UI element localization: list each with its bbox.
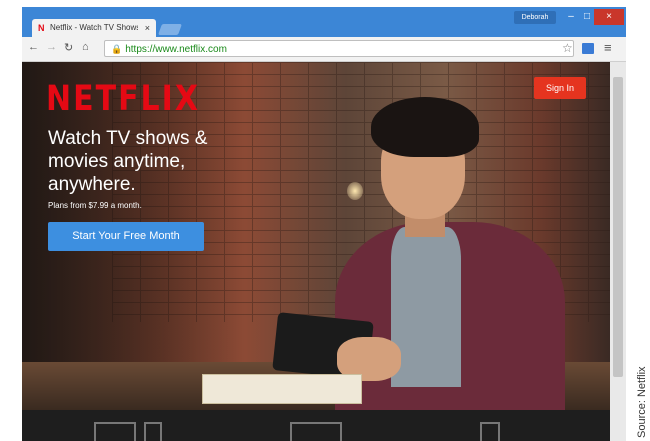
device-phone-icon <box>144 422 162 441</box>
close-window-button[interactable]: × <box>594 9 624 25</box>
forward-arrow-icon[interactable]: → <box>46 41 57 53</box>
back-arrow-icon[interactable]: ← <box>28 41 39 53</box>
device-tv-icon <box>94 422 136 441</box>
bookmark-star-icon[interactable]: ☆ <box>562 41 573 55</box>
start-free-month-button[interactable]: Start Your Free Month <box>48 222 204 251</box>
hero-person-image <box>272 87 587 422</box>
sign-in-button[interactable]: Sign In <box>534 77 586 99</box>
plans-text: Plans from $7.99 a month. <box>48 201 142 210</box>
browser-tab[interactable]: N Netflix - Watch TV Shows × <box>32 19 156 37</box>
address-bar[interactable]: 🔒 https://www.netflix.com <box>104 40 574 57</box>
home-icon[interactable]: ⌂ <box>82 41 89 53</box>
device-tablet-icon <box>480 422 500 441</box>
scrollbar-thumb[interactable] <box>613 77 623 377</box>
page-viewport: NETFLIX Sign In Watch TV shows & movies … <box>22 62 610 441</box>
tab-title: Netflix - Watch TV Shows <box>50 23 138 32</box>
new-tab-button[interactable] <box>157 24 183 35</box>
hero-headline: Watch TV shows & movies anytime, anywher… <box>48 128 208 195</box>
netflix-favicon-icon: N <box>38 23 45 33</box>
user-profile-button[interactable]: Deborah <box>514 11 556 24</box>
tab-close-icon[interactable]: × <box>145 19 150 37</box>
netflix-logo[interactable]: NETFLIX <box>46 79 200 119</box>
device-laptop-icon <box>290 422 342 441</box>
lock-icon: 🔒 <box>111 44 123 54</box>
browser-window: N Netflix - Watch TV Shows × Deborah – □… <box>22 7 626 441</box>
extension-icon[interactable] <box>582 43 594 54</box>
shirt <box>391 227 461 387</box>
reload-icon[interactable]: ↻ <box>64 41 73 54</box>
title-bar: N Netflix - Watch TV Shows × Deborah – □… <box>22 7 626 37</box>
book <box>202 374 362 404</box>
hair <box>371 97 479 157</box>
source-caption: Source: Netflix <box>636 366 648 438</box>
url-text: https://www.netflix.com <box>125 44 227 55</box>
hamburger-menu-icon[interactable]: ≡ <box>604 40 612 55</box>
browser-toolbar: ← → ↻ ⌂ 🔒 https://www.netflix.com ☆ ≡ <box>22 37 626 62</box>
